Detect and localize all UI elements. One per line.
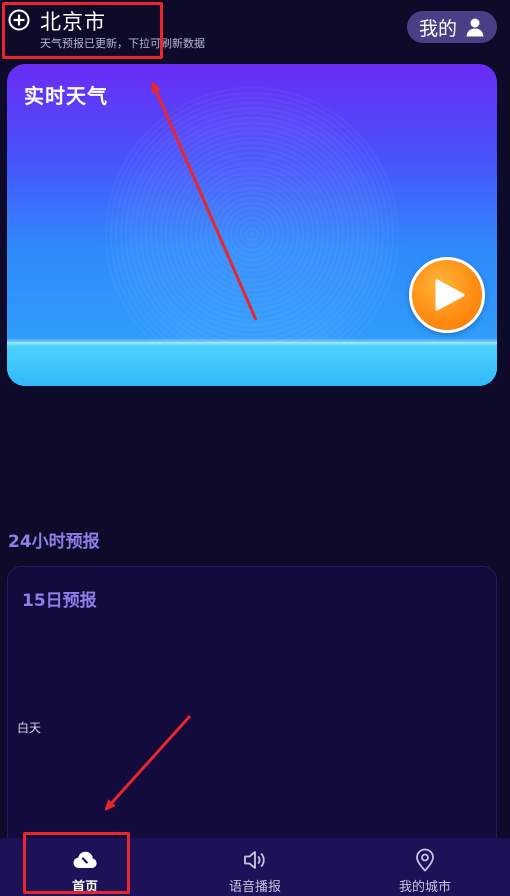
tab-my-cities-label: 我的城市	[398, 880, 451, 895]
location-pin-icon	[416, 848, 434, 872]
speaker-icon	[244, 851, 265, 869]
daily-forecast-card: 15日预报 白天	[7, 566, 497, 856]
annotation-box-home-tab	[23, 832, 130, 894]
mine-button-label: 我的	[418, 17, 457, 40]
tab-my-cities[interactable]: 我的城市	[340, 838, 510, 896]
annotation-box-city	[2, 2, 163, 59]
user-icon	[466, 18, 484, 37]
mine-button[interactable]: 我的	[407, 11, 497, 43]
play-button[interactable]	[409, 257, 485, 333]
hourly-forecast-title: 24小时预报	[8, 532, 100, 552]
realtime-weather-card: 实时天气	[7, 64, 497, 386]
tab-voice-broadcast-label: 语音播报	[228, 880, 281, 895]
tab-voice-broadcast[interactable]: 语音播报	[170, 838, 340, 896]
play-icon	[435, 279, 465, 311]
sea-illustration	[7, 342, 497, 386]
realtime-title: 实时天气	[24, 84, 108, 108]
daily-forecast-title: 15日预报	[22, 591, 97, 611]
horizon-glow	[7, 338, 497, 346]
daytime-label: 白天	[17, 721, 42, 735]
